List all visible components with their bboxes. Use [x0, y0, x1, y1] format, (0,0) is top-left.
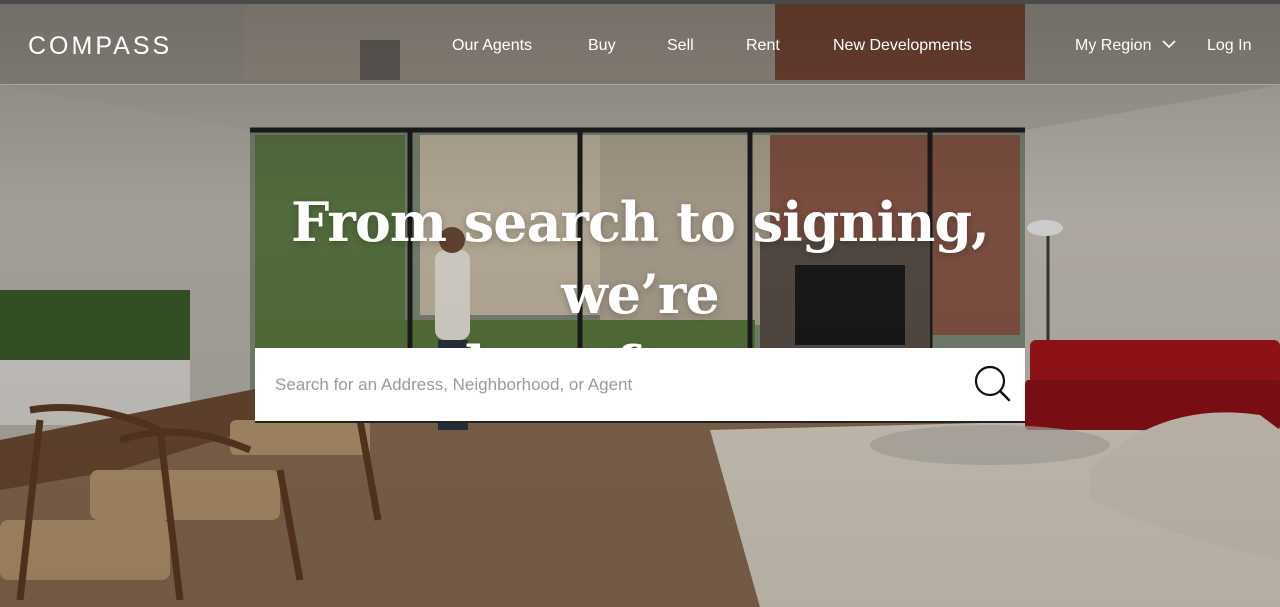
search-input[interactable] — [275, 348, 965, 421]
log-in-link[interactable]: Log In — [1207, 37, 1251, 55]
compass-logo[interactable]: COMPASS — [28, 32, 172, 61]
hero-headline-line1: From search to signing, we’re — [291, 190, 990, 326]
chevron-down-icon — [1162, 40, 1176, 48]
nav-buy[interactable]: Buy — [588, 37, 616, 55]
top-nav: COMPASS Our Agents Buy Sell Rent New Dev… — [0, 4, 1280, 85]
search-bar — [255, 348, 1025, 423]
nav-sell[interactable]: Sell — [667, 37, 694, 55]
nav-new-developments[interactable]: New Developments — [833, 37, 972, 55]
search-icon — [974, 365, 1011, 402]
search-button[interactable] — [973, 364, 1013, 404]
my-region-dropdown[interactable]: My Region — [1075, 37, 1176, 55]
my-region-label: My Region — [1075, 37, 1152, 54]
nav-rent[interactable]: Rent — [746, 37, 780, 55]
nav-our-agents[interactable]: Our Agents — [452, 37, 532, 55]
